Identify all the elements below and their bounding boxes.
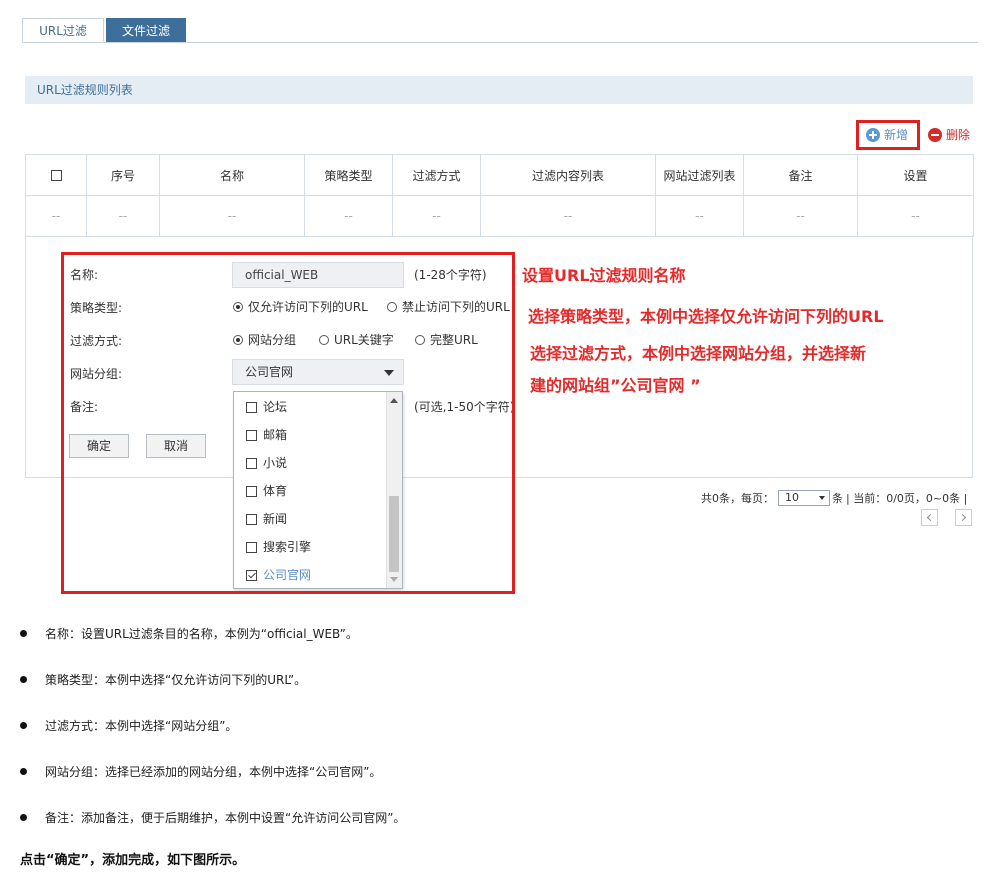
add-label: 新增 bbox=[884, 128, 909, 142]
list-item: 过滤方式：本例中选择“网站分组”。 bbox=[20, 716, 237, 736]
list-item-text: 网站分组：选择已经添加的网站分组，本例中选择“公司官网”。 bbox=[45, 765, 382, 779]
column-header: 备注 bbox=[743, 154, 858, 196]
list-item: 名称：设置URL过滤条目的名称，本例为“official_WEB”。 bbox=[20, 624, 358, 644]
table-header-row: 序号 名称 策略类型 过滤方式 过滤内容列表 网站过滤列表 备注 设置 bbox=[25, 154, 974, 196]
bullet-dot-icon bbox=[20, 676, 27, 683]
annotation-name: 设置URL过滤规则名称 bbox=[522, 266, 686, 285]
chevron-down-icon bbox=[819, 496, 825, 500]
pagination-current: | 当前：0/0页，0~0条 | bbox=[846, 492, 968, 505]
table-cell: -- bbox=[159, 195, 305, 237]
select-all-cell[interactable] bbox=[25, 154, 87, 196]
pagination-unit: 条 bbox=[832, 492, 843, 505]
list-item: 网站分组：选择已经添加的网站分组，本例中选择“公司官网”。 bbox=[20, 762, 381, 782]
list-item: 备注：添加备注，便于后期维护，本例中设置“允许访问公司官网”。 bbox=[20, 808, 405, 828]
plus-circle-icon bbox=[866, 128, 880, 142]
prev-page-button[interactable] bbox=[921, 509, 938, 526]
column-header: 过滤内容列表 bbox=[480, 154, 656, 196]
table-cell: -- bbox=[857, 195, 974, 237]
list-item-text: 备注：添加备注，便于后期维护，本例中设置“允许访问公司官网”。 bbox=[45, 811, 406, 825]
table-cell: -- bbox=[743, 195, 858, 237]
per-page-value: 10 bbox=[785, 491, 799, 504]
table-cell: -- bbox=[480, 195, 656, 237]
form-highlight-box bbox=[61, 252, 515, 594]
table-cell: -- bbox=[304, 195, 393, 237]
next-page-button[interactable] bbox=[955, 509, 972, 526]
tab-url-filter[interactable]: URL过滤 bbox=[22, 18, 104, 42]
annotation-filter: 选择过滤方式，本例中选择网站分组，并选择新 bbox=[530, 344, 867, 363]
bullet-dot-icon bbox=[20, 722, 27, 729]
delete-button[interactable]: 删除 bbox=[928, 126, 970, 144]
add-button[interactable]: 新增 bbox=[866, 126, 908, 144]
section-title: URL过滤规则列表 bbox=[25, 76, 973, 104]
annotation-group: 建的网站组”公司官网 ” bbox=[530, 376, 701, 395]
delete-label: 删除 bbox=[946, 128, 971, 142]
minus-circle-icon bbox=[928, 128, 942, 142]
rules-table: 序号 名称 策略类型 过滤方式 过滤内容列表 网站过滤列表 备注 设置 -- -… bbox=[25, 154, 974, 237]
pagination-total: 共0条，每页： bbox=[701, 492, 774, 505]
column-header: 设置 bbox=[857, 154, 974, 196]
column-header: 策略类型 bbox=[304, 154, 393, 196]
bullet-dot-icon bbox=[20, 768, 27, 775]
list-item-text: 策略类型：本例中选择“仅允许访问下列的URL”。 bbox=[45, 673, 307, 687]
select-all-checkbox[interactable] bbox=[50, 170, 62, 181]
list-item-text: 名称：设置URL过滤条目的名称，本例为“official_WEB”。 bbox=[45, 627, 358, 641]
column-header: 序号 bbox=[86, 154, 160, 196]
column-header: 名称 bbox=[159, 154, 305, 196]
list-item: 策略类型：本例中选择“仅允许访问下列的URL”。 bbox=[20, 670, 306, 690]
annotation-policy: 选择策略类型，本例中选择仅允许访问下列的URL bbox=[528, 307, 884, 326]
tab-bar: URL过滤 文件过滤 bbox=[22, 14, 978, 43]
column-header: 网站过滤列表 bbox=[655, 154, 744, 196]
per-page-select[interactable]: 10 bbox=[778, 490, 830, 506]
tab-file-filter[interactable]: 文件过滤 bbox=[106, 18, 186, 42]
table-row: -- -- -- -- -- -- -- -- -- bbox=[25, 195, 974, 237]
bullet-dot-icon bbox=[20, 814, 27, 821]
table-cell: -- bbox=[86, 195, 160, 237]
table-cell: -- bbox=[392, 195, 481, 237]
list-item-text: 过滤方式：本例中选择“网站分组”。 bbox=[45, 719, 238, 733]
conclusion-text: 点击“确定”，添加完成，如下图所示。 bbox=[20, 853, 246, 868]
table-cell: -- bbox=[25, 195, 87, 237]
bullet-dot-icon bbox=[20, 630, 27, 637]
table-cell: -- bbox=[655, 195, 744, 237]
column-header: 过滤方式 bbox=[392, 154, 481, 196]
